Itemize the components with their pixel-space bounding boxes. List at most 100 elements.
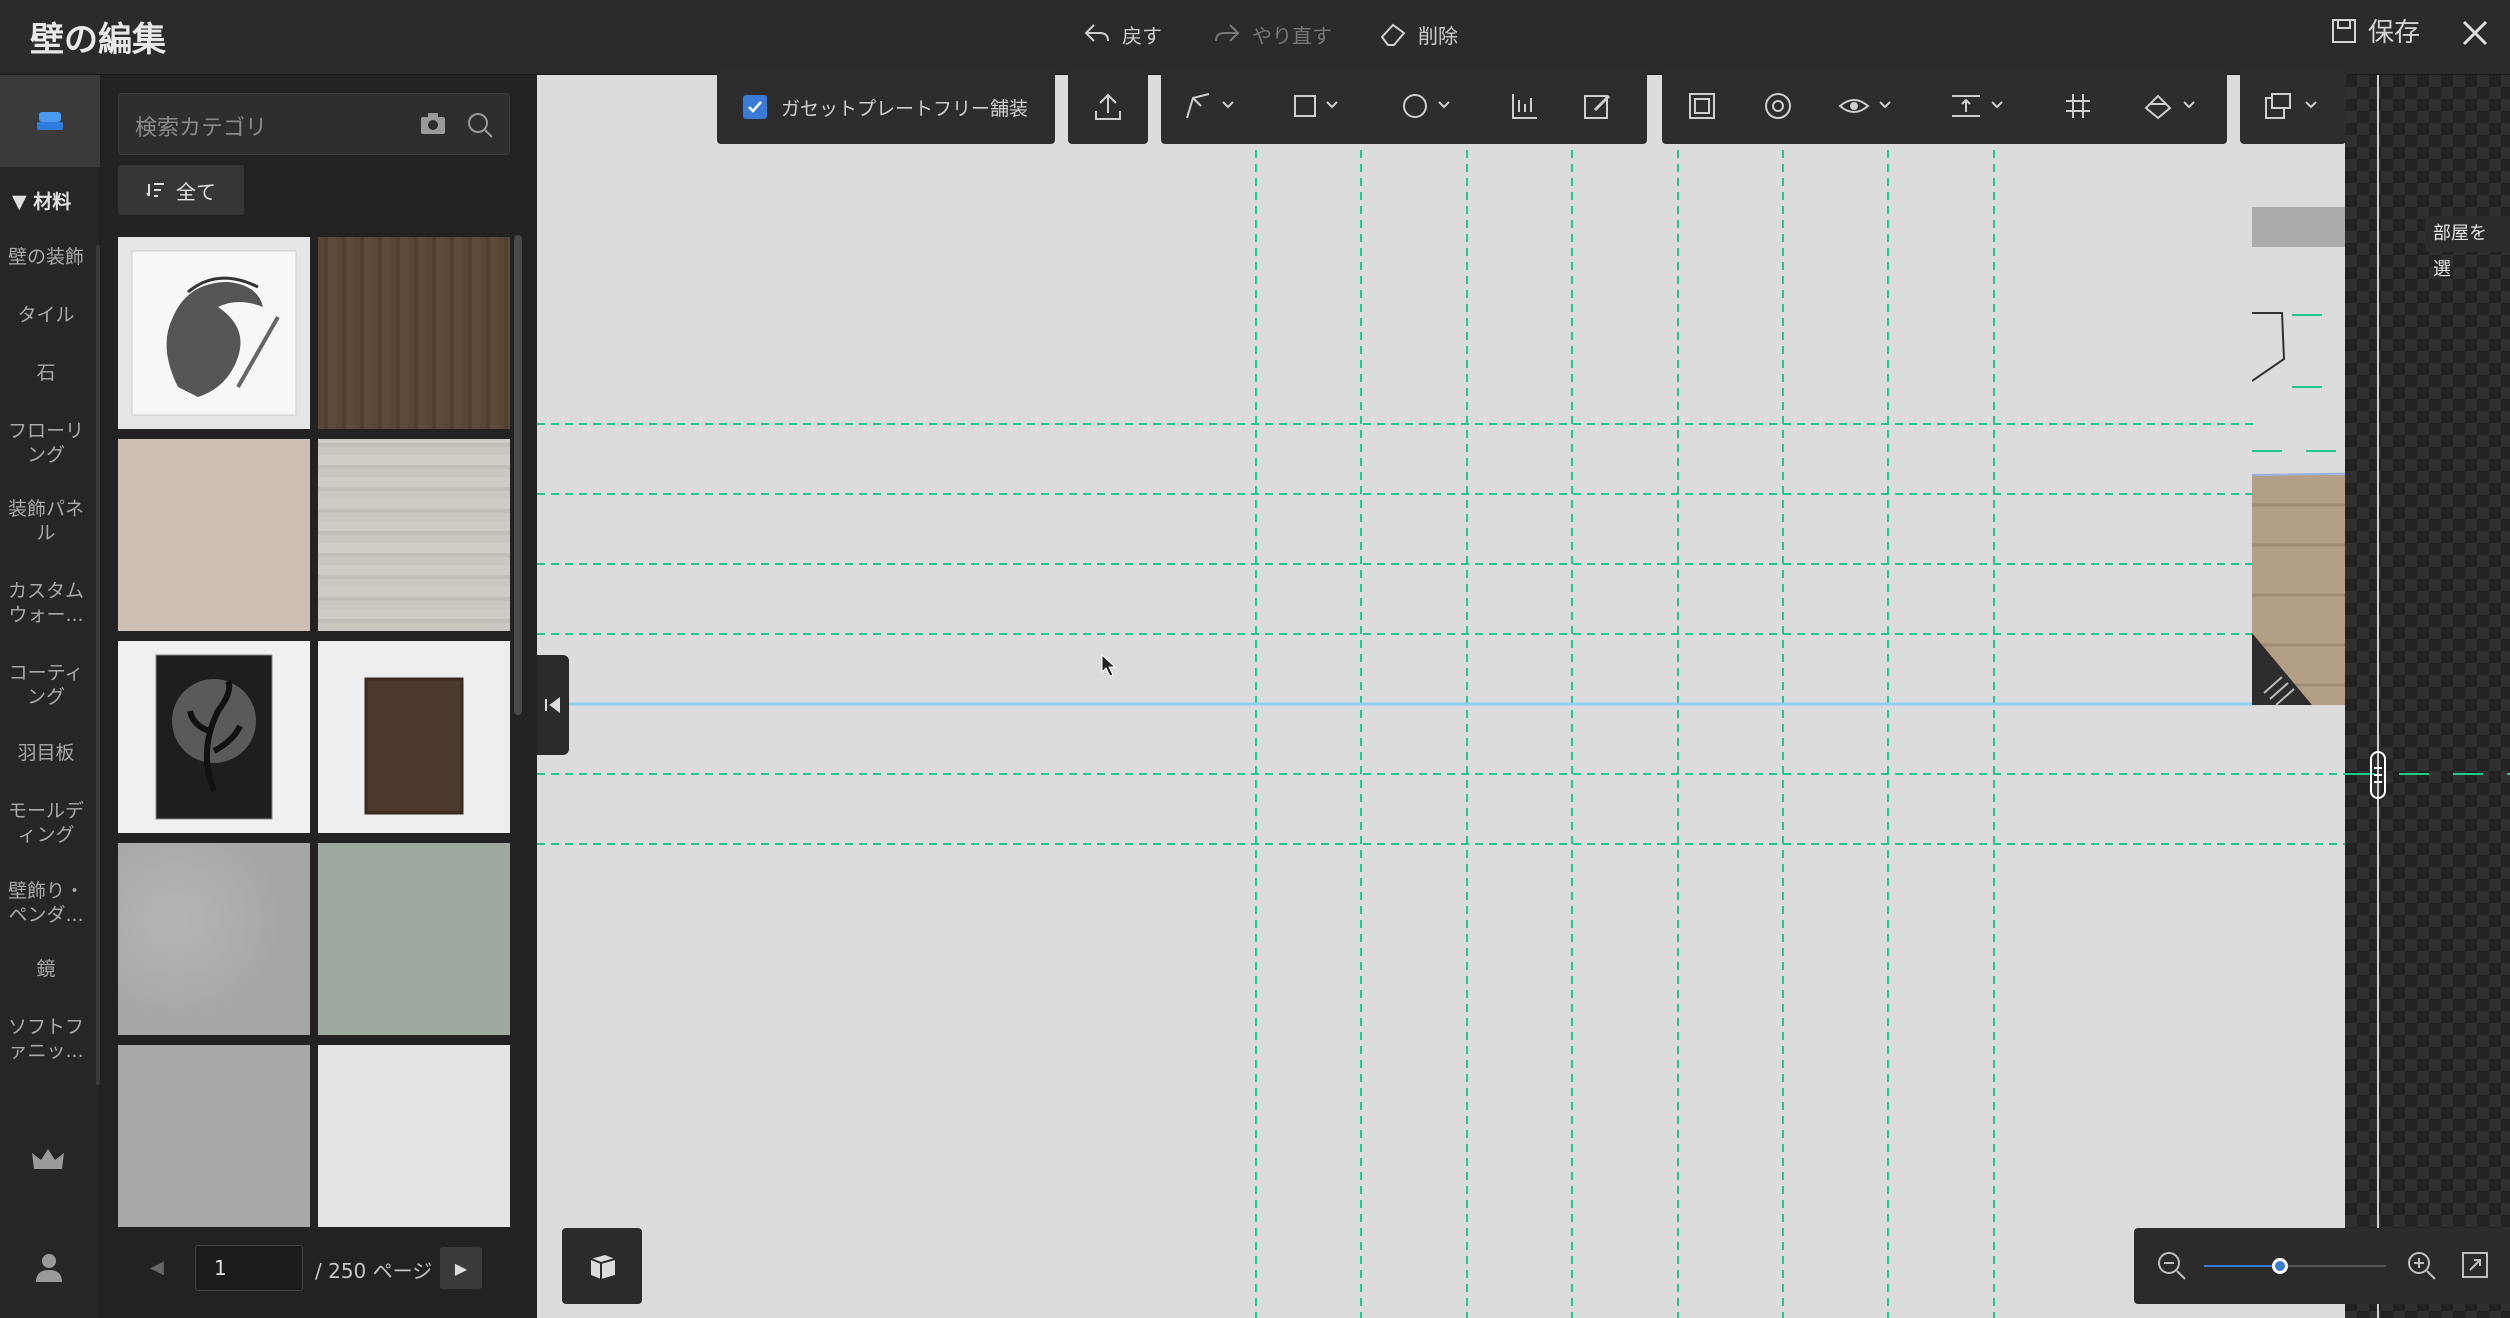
fit-screen-icon — [2462, 1252, 2488, 1278]
premium-button[interactable] — [30, 1145, 66, 1179]
collapse-left-icon — [545, 697, 560, 713]
rail-item-molding[interactable]: モールディング — [0, 799, 92, 847]
visibility-button[interactable] — [1838, 90, 1894, 122]
crown-icon — [32, 1149, 64, 1169]
zoom-slider[interactable] — [2204, 1258, 2386, 1274]
search-button[interactable] — [465, 110, 495, 144]
catalog-panel: 検索カテゴリ 全て ◀ 1 / 250 ページ ▶ — [100, 75, 537, 1318]
rail-item-wall-pendant[interactable]: 壁飾り・ペンダ... — [0, 879, 92, 927]
resize-handle-icon — [2370, 751, 2386, 799]
spacing-button[interactable] — [1950, 90, 2006, 122]
zoom-in-button[interactable] — [2406, 1250, 2438, 1286]
rail-item-stone[interactable]: 石 — [0, 361, 92, 385]
redo-label: やり直す — [1252, 23, 1332, 48]
save-icon — [2331, 18, 2356, 43]
search-placeholder: 検索カテゴリ — [135, 116, 268, 141]
material-tile[interactable] — [318, 439, 510, 631]
material-tile[interactable] — [118, 237, 310, 429]
grid-toggle-button[interactable] — [2062, 90, 2094, 122]
materials-icon — [37, 112, 63, 130]
material-tile[interactable] — [318, 641, 510, 833]
gusset-plate-checkbox[interactable]: ガセットプレートフリー舗装 — [717, 94, 1028, 121]
save-button[interactable]: 保存 — [2330, 12, 2420, 49]
rail-item-mirror[interactable]: 鏡 — [0, 957, 92, 981]
material-tile[interactable] — [118, 439, 310, 631]
redo-button[interactable]: やり直す — [1212, 14, 1332, 54]
layers-button[interactable] — [2262, 90, 2326, 122]
undo-label: 戻す — [1122, 23, 1162, 48]
pagination: ◀ 1 / 250 ページ ▶ — [100, 1245, 537, 1305]
plant-poster-thumbnail — [155, 654, 273, 820]
rail-item-coating[interactable]: コーティング — [0, 661, 92, 709]
cube-icon — [590, 1255, 616, 1279]
rail-item-tile[interactable]: タイル — [0, 303, 92, 327]
fit-frame-button[interactable] — [1686, 90, 1718, 122]
material-grid — [118, 237, 510, 1227]
zoom-controls — [2134, 1228, 2510, 1304]
beige-plaster-thumbnail — [118, 439, 310, 631]
page-input[interactable]: 1 — [195, 1245, 303, 1291]
wall-canvas[interactable] — [537, 75, 2345, 1318]
rail-item-paneling[interactable]: 羽目板 — [0, 741, 92, 765]
rail-item-flooring[interactable]: フローリング — [0, 419, 92, 467]
material-tile[interactable] — [118, 843, 310, 1035]
section-header-materials[interactable]: ▼ 材料 — [12, 187, 71, 214]
material-tile[interactable] — [318, 237, 510, 429]
close-button[interactable] — [2450, 8, 2500, 58]
eraser-icon — [1380, 23, 1406, 46]
search-input[interactable]: 検索カテゴリ — [118, 93, 510, 155]
material-tile[interactable] — [118, 1045, 310, 1227]
rail-item-decor-panel[interactable]: 装飾パネル — [0, 497, 92, 545]
rail-item-soft-furnishing[interactable]: ソフトファニッ... — [0, 1015, 92, 1063]
snap-button[interactable] — [1762, 90, 1794, 122]
align-tool-button[interactable] — [1509, 90, 1541, 122]
upload-icon — [1095, 93, 1121, 120]
delete-button[interactable]: 削除 — [1378, 14, 1458, 54]
rectangle-tool-button[interactable] — [1291, 90, 1343, 122]
hash-grid-icon — [2066, 94, 2090, 118]
filter-all-button[interactable]: 全て — [118, 165, 244, 215]
view-3d-button[interactable] — [562, 1228, 642, 1304]
next-page-button[interactable]: ▶ — [440, 1247, 482, 1289]
zoom-thumb[interactable] — [2272, 1258, 2289, 1274]
catalog-scrollbar[interactable] — [514, 235, 522, 715]
material-tile[interactable] — [118, 641, 310, 833]
materials-tab[interactable] — [0, 75, 100, 167]
delete-label: 削除 — [1418, 23, 1458, 48]
material-tile[interactable] — [318, 1045, 510, 1227]
check-icon — [748, 101, 762, 113]
checkbox-checked[interactable] — [743, 95, 767, 119]
image-search-button[interactable] — [419, 111, 447, 141]
paint-tool-button[interactable] — [2140, 90, 2200, 122]
wall-divider — [2345, 75, 2510, 1318]
dark-wood-thumbnail — [318, 237, 510, 429]
room-preview — [2252, 207, 2345, 706]
material-tile[interactable] — [318, 843, 510, 1035]
select-room-tooltip[interactable]: 部屋を選 — [2425, 216, 2510, 280]
prev-page-button[interactable]: ◀ — [150, 1257, 164, 1278]
zoom-out-icon — [2158, 1252, 2186, 1280]
pen-path-icon — [1186, 93, 1234, 119]
fit-view-button[interactable] — [2460, 1250, 2490, 1284]
gusset-toggle-group: ガセットプレートフリー舗装 — [717, 70, 1055, 144]
user-button[interactable] — [32, 1250, 66, 1288]
view-tools-group — [1662, 70, 2227, 144]
zoom-out-button[interactable] — [2156, 1250, 2188, 1286]
frame-icon — [1689, 93, 1715, 119]
undo-button[interactable]: 戻す — [1082, 14, 1162, 54]
vertical-resize-handle[interactable] — [2365, 750, 2391, 800]
export-button[interactable] — [1068, 70, 1148, 144]
camera-icon — [421, 113, 445, 134]
eye-icon — [1838, 99, 1891, 113]
rail-item-custom-wall[interactable]: カスタムウォー... — [0, 579, 92, 627]
circle-tool-button[interactable] — [1401, 90, 1453, 122]
collapse-panel-button[interactable] — [537, 655, 569, 755]
category-rail: ▼ 材料 壁の装飾 タイル 石 フローリング 装飾パネル カスタムウォー... … — [0, 75, 100, 1318]
sketch-portrait-thumbnail — [131, 250, 297, 416]
draw-tools-group — [1161, 70, 1647, 144]
path-tool-button[interactable] — [1183, 90, 1235, 122]
edit-wall-tool-button[interactable] — [1581, 90, 1613, 122]
spacing-icon — [1952, 95, 2003, 117]
rail-item-wall-decor[interactable]: 壁の装飾 — [0, 245, 92, 269]
outside-area — [2345, 75, 2510, 1318]
